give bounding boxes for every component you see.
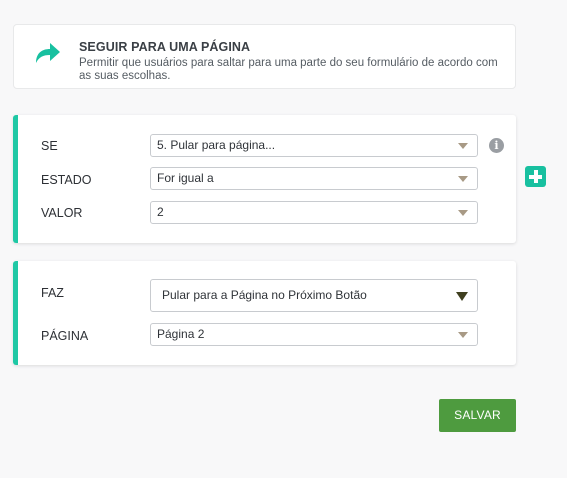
share-arrow-icon [36,43,60,63]
if-field-select[interactable]: 5. Pular para página... [150,134,478,157]
chevron-down-icon [458,210,468,216]
state-label: ESTADO [41,173,92,187]
info-icon[interactable]: i [489,138,504,153]
if-label: SE [41,139,58,153]
state-value: For igual a [157,171,214,185]
save-button[interactable]: SALVAR [439,399,516,432]
value-value: 2 [157,205,164,219]
chevron-down-icon [456,292,468,301]
page-select[interactable]: Página 2 [150,323,478,346]
header-card: SEGUIR PARA UMA PÁGINA Permitir que usuá… [13,24,516,89]
value-select[interactable]: 2 [150,201,478,224]
if-field-value: 5. Pular para página... [157,138,276,152]
header-title: SEGUIR PARA UMA PÁGINA [79,40,251,54]
state-select[interactable]: For igual a [150,167,478,190]
do-select[interactable]: Pular para a Página no Próximo Botão [150,279,478,312]
chevron-down-icon [458,176,468,182]
action-card: FAZ Pular para a Página no Próximo Botão… [13,261,516,365]
chevron-down-icon [458,143,468,149]
do-label: FAZ [41,286,64,300]
value-label: VALOR [41,206,83,220]
header-description: Permitir que usuários para saltar para u… [79,57,498,82]
chevron-down-icon [458,332,468,338]
do-value: Pular para a Página no Próximo Botão [162,288,367,302]
page-label: PÁGINA [41,329,89,343]
page-value: Página 2 [157,327,205,341]
condition-card: SE 5. Pular para página... ESTADO For ig… [13,115,516,243]
add-condition-button[interactable] [525,166,546,187]
